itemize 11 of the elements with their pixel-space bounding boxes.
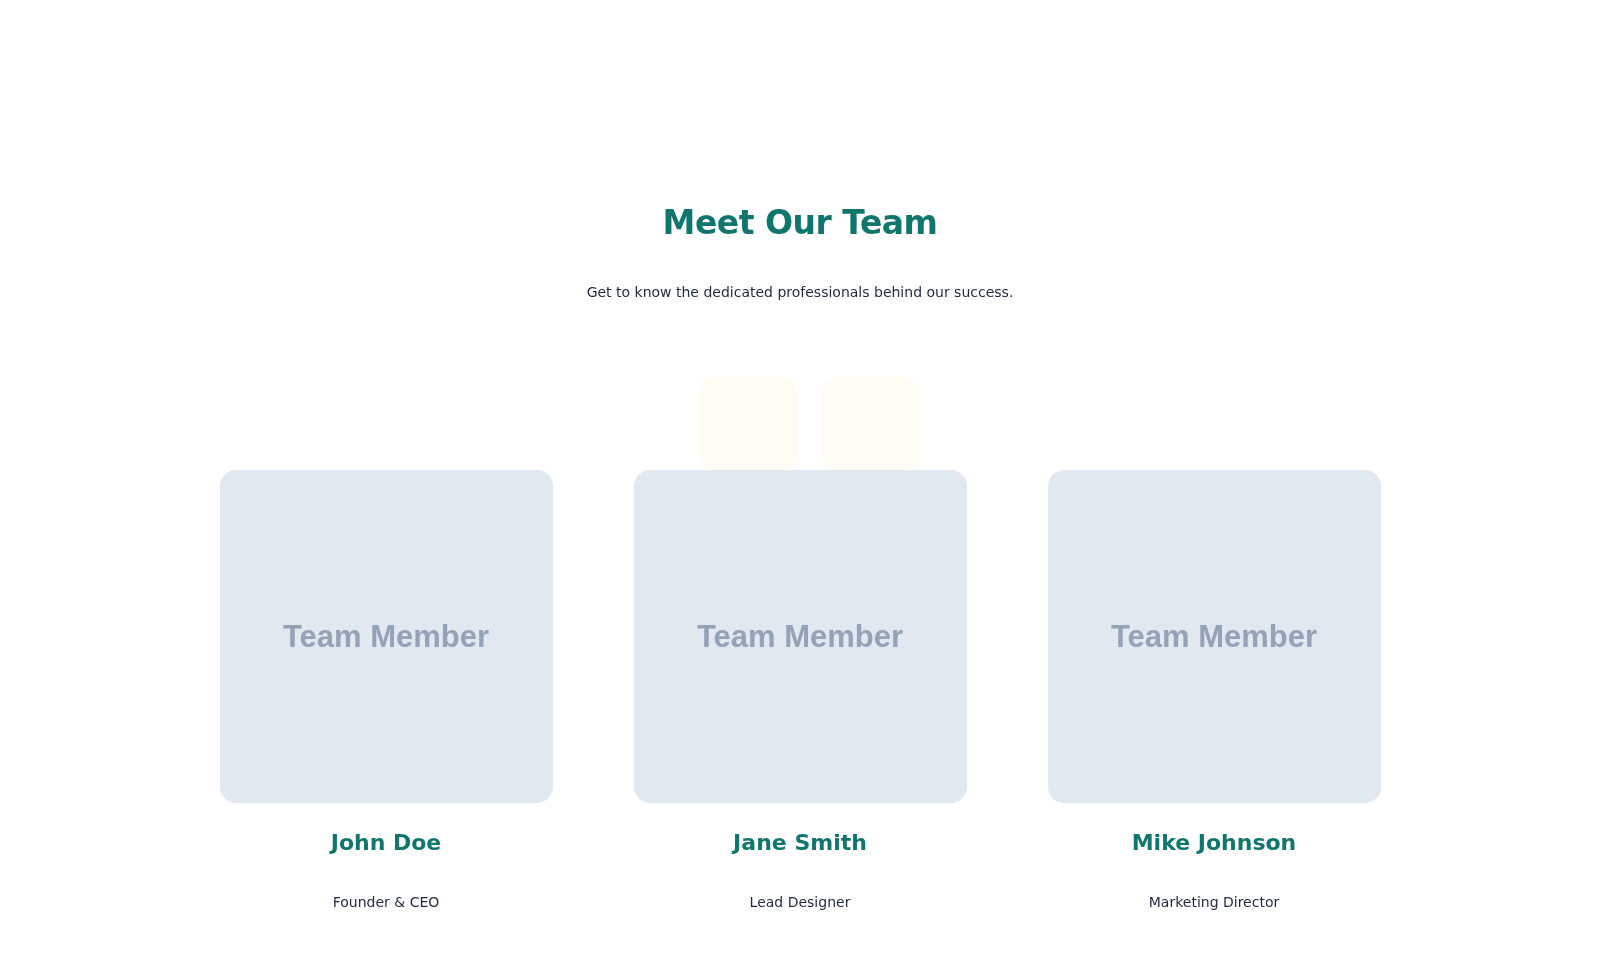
member-name: Jane Smith (733, 829, 867, 857)
section-subtitle: Get to know the dedicated professionals behind our success. (586, 283, 1014, 302)
member-role: Marketing Director (1148, 893, 1280, 912)
member-name: John Doe (330, 829, 442, 857)
member-role: Lead Designer (749, 893, 851, 912)
member-name: Mike Johnson (1131, 829, 1297, 857)
photo-placeholder-label: Team Member (282, 618, 490, 655)
member-role: Founder & CEO (332, 893, 440, 912)
section-title: Meet Our Team (662, 202, 938, 244)
photo-placeholder-label: Team Member (696, 618, 904, 655)
photo-placeholder-label: Team Member (1110, 618, 1318, 655)
